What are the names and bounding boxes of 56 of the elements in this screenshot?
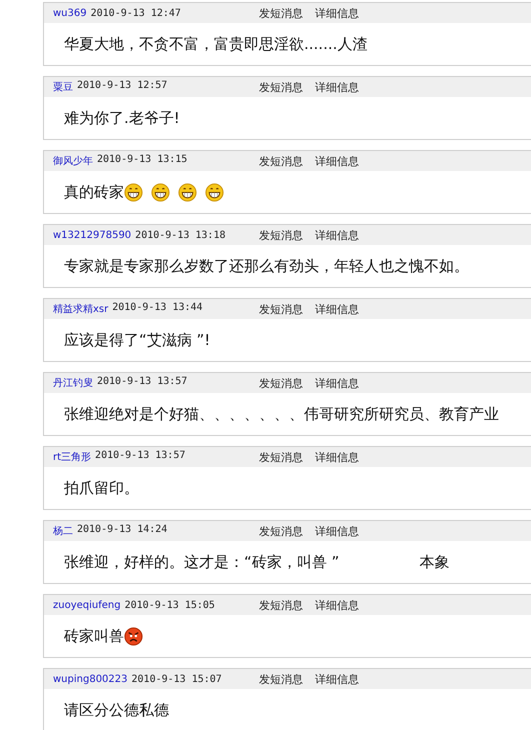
- action-link[interactable]: 详细信息: [315, 154, 359, 168]
- grin-emoticon-icon: [178, 182, 197, 202]
- post-time: 2010-9-13 12:47: [90, 8, 181, 18]
- action-link[interactable]: 详细信息: [315, 672, 359, 686]
- angry-emoticon-icon: [124, 626, 143, 646]
- post-text: 难为你了.老爷子!: [64, 108, 180, 128]
- post-text: 砖家叫兽: [64, 626, 124, 646]
- post-time: 2010-9-13 14:24: [77, 524, 168, 537]
- username-link[interactable]: 杨二: [53, 524, 73, 538]
- post-text: 本象: [419, 552, 450, 572]
- action-link[interactable]: 发短消息: [259, 228, 303, 242]
- post-text: 拍爪留印。: [64, 478, 139, 498]
- username-link[interactable]: 精益求精xsr: [53, 302, 108, 316]
- action-link[interactable]: 详细信息: [315, 376, 359, 390]
- username-link[interactable]: 粟豆: [53, 80, 73, 94]
- username-link[interactable]: 御风少年: [53, 154, 93, 168]
- post-text: 张维迎绝对是个好猫、、、、、、、伟哥研究所研究员、教育产业: [64, 404, 499, 424]
- action-link[interactable]: 详细信息: [315, 6, 359, 20]
- action-link[interactable]: 详细信息: [315, 598, 359, 612]
- username-link[interactable]: wuping800223: [53, 674, 128, 684]
- grin-emoticon-icon: [124, 182, 143, 202]
- post-text: 真的砖家: [64, 182, 124, 202]
- post-text: 请区分公德私德: [64, 700, 169, 720]
- post-time: 2010-9-13 13:18: [135, 230, 226, 240]
- action-link[interactable]: 发短消息: [259, 376, 303, 390]
- post-time: 2010-9-13 13:57: [97, 376, 188, 389]
- post-time: 2010-9-13 12:57: [77, 80, 168, 93]
- action-link[interactable]: 详细信息: [315, 80, 359, 94]
- post-time: 2010-9-13 13:15: [97, 154, 188, 167]
- grin-emoticon-icon: [151, 182, 170, 202]
- post-time: 2010-9-13 13:57: [95, 450, 186, 463]
- post-text: 华夏大地，不贪不富，富贵即思淫欲.......人渣: [64, 34, 368, 54]
- username-link[interactable]: wu369: [53, 8, 87, 18]
- action-link[interactable]: 发短消息: [259, 302, 303, 316]
- post-time: 2010-9-13 13:44: [112, 302, 203, 315]
- action-link[interactable]: 详细信息: [315, 450, 359, 464]
- post-text: 应该是得了“艾滋病 ”!: [64, 330, 210, 350]
- username-link[interactable]: rt三角形: [53, 450, 92, 464]
- action-link[interactable]: 详细信息: [315, 228, 359, 242]
- post-text: 专家就是专家那么岁数了还那么有劲头，年轻人也之愧不如。: [64, 256, 469, 276]
- action-link[interactable]: 发短消息: [259, 450, 303, 464]
- action-link[interactable]: 发短消息: [259, 672, 303, 686]
- action-link[interactable]: 发短消息: [259, 154, 303, 168]
- action-link[interactable]: 详细信息: [315, 302, 359, 316]
- username-link[interactable]: w13212978590: [53, 230, 132, 240]
- grin-emoticon-icon: [205, 182, 224, 202]
- username-link[interactable]: 丹江钓叟: [53, 376, 93, 390]
- action-link[interactable]: 发短消息: [259, 80, 303, 94]
- action-link[interactable]: 发短消息: [259, 524, 303, 538]
- username-link[interactable]: zuoyeqiufeng: [53, 600, 121, 610]
- post-time: 2010-9-13 15:05: [124, 600, 215, 610]
- post-time: 2010-9-13 15:07: [132, 674, 222, 684]
- action-link[interactable]: 发短消息: [259, 598, 303, 612]
- action-link[interactable]: 发短消息: [259, 6, 303, 20]
- action-link[interactable]: 详细信息: [315, 524, 359, 538]
- post-text: 张维迎，好样的。这才是：“砖家，叫兽 ”: [64, 552, 340, 572]
